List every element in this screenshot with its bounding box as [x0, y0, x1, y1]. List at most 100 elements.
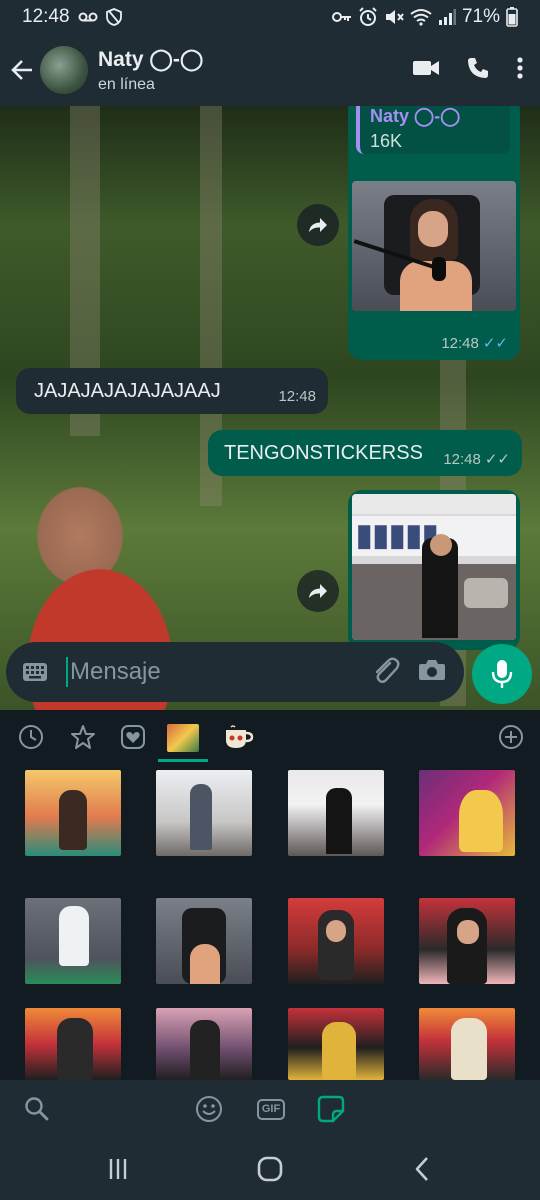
- contact-name: Naty ◯-◯: [98, 47, 204, 71]
- message-text: TENGONSTICKERSS: [224, 442, 423, 464]
- forward-icon: [309, 218, 327, 232]
- attach-icon[interactable]: [370, 655, 400, 690]
- quoted-message[interactable]: Naty ◯-◯ 16K: [356, 106, 510, 154]
- message-input-box[interactable]: Mensaje: [6, 642, 464, 702]
- avatar[interactable]: [40, 46, 88, 94]
- add-icon[interactable]: [494, 720, 528, 754]
- status-time: 12:48: [22, 6, 70, 27]
- sticker-figure: [59, 790, 87, 850]
- home-icon[interactable]: [250, 1154, 290, 1184]
- message-meta: 12:48 ✓✓: [443, 450, 510, 469]
- sticker-item[interactable]: [25, 1008, 121, 1080]
- sticker-figure: [322, 1022, 356, 1080]
- battery-icon: [506, 7, 518, 27]
- sticker-figure: [190, 784, 212, 850]
- sticker-pack-2[interactable]: [218, 720, 258, 754]
- recent-apps-icon[interactable]: [98, 1154, 138, 1184]
- forward-button[interactable]: [297, 570, 339, 612]
- more-icon[interactable]: [516, 56, 524, 85]
- delivered-ticks-icon: ✓✓: [484, 451, 510, 468]
- sticker-tabs: [0, 712, 540, 762]
- heart-pack-icon[interactable]: [116, 720, 150, 754]
- key-icon: [331, 10, 352, 24]
- forward-icon: [309, 584, 327, 598]
- emoji-toolbar: GIF: [0, 1080, 540, 1138]
- chat-header: Naty ◯-◯ en línea: [0, 34, 540, 106]
- message-time: 12:48: [441, 334, 479, 352]
- signal-icon: [438, 9, 456, 25]
- photo-scene: [352, 494, 516, 514]
- sticker-figure: [457, 920, 479, 944]
- alarm-icon: [358, 7, 378, 27]
- back-arrow-icon: [11, 60, 32, 80]
- recent-icon[interactable]: [14, 720, 48, 754]
- photo-face: [430, 534, 452, 556]
- keyboard-icon[interactable]: [22, 659, 48, 685]
- read-ticks-icon: ✓✓: [482, 335, 508, 352]
- message-bubble-incoming[interactable]: JAJAJAJAJAJAJAAJ 12:48: [16, 368, 328, 414]
- message-meta: 12:48 ✓✓: [441, 334, 508, 353]
- sticker-item[interactable]: [25, 898, 121, 984]
- sticker-item[interactable]: [156, 898, 252, 984]
- sticker-item[interactable]: [288, 770, 384, 856]
- emoji-icon[interactable]: [194, 1094, 224, 1124]
- shield-icon: [105, 8, 122, 26]
- sticker-item[interactable]: [419, 898, 515, 984]
- message-text: JAJAJAJAJAJAJAAJ: [34, 380, 221, 402]
- sticker-pack-1[interactable]: [158, 716, 208, 762]
- gif-button[interactable]: GIF: [254, 1094, 288, 1124]
- favorite-icon[interactable]: [66, 720, 100, 754]
- message-input[interactable]: Mensaje: [66, 657, 370, 687]
- message-photo[interactable]: [352, 181, 516, 311]
- message-bubble-outgoing[interactable]: TENGONSTICKERSS 12:48 ✓✓: [208, 430, 522, 476]
- search-icon[interactable]: [22, 1094, 52, 1124]
- camera-icon[interactable]: [418, 658, 446, 687]
- battery-percent: 71%: [461, 6, 500, 27]
- sticker-figure: [326, 788, 352, 854]
- sticker-item[interactable]: [288, 1008, 384, 1080]
- gif-label: GIF: [256, 1098, 286, 1120]
- contact-info[interactable]: Naty ◯-◯ en línea: [98, 47, 203, 94]
- voice-call-icon[interactable]: [466, 56, 490, 85]
- sticker-figure: [57, 1018, 93, 1080]
- voice-message-button[interactable]: [472, 644, 532, 704]
- sticker-icon[interactable]: [316, 1094, 346, 1124]
- sticker-figure: [190, 944, 220, 984]
- sticker-figure: [451, 1018, 487, 1080]
- photo-sofa: [464, 578, 508, 608]
- sticker-item[interactable]: [156, 770, 252, 856]
- system-nav-bar: [0, 1138, 540, 1200]
- sticker-item[interactable]: [288, 898, 384, 984]
- message-bubble-outgoing[interactable]: ▮▮▮▮▮: [348, 490, 520, 650]
- quoted-name: Naty ◯-◯: [370, 106, 461, 126]
- sticker-item[interactable]: [25, 770, 121, 856]
- sticker-figure: [59, 906, 89, 966]
- back-nav-icon[interactable]: [402, 1154, 442, 1184]
- voicemail-icon: [78, 11, 98, 23]
- sticker-figure: [190, 1020, 220, 1080]
- sticker-item[interactable]: [156, 1008, 252, 1080]
- photo-face: [418, 211, 448, 247]
- sticker-figure: [326, 920, 346, 942]
- forward-button[interactable]: [297, 204, 339, 246]
- sticker-pack-thumbnail: [167, 723, 199, 752]
- contact-status: en línea: [98, 75, 155, 93]
- photo-mic: [432, 257, 446, 281]
- wifi-icon: [410, 8, 432, 26]
- quoted-text: 16K: [370, 131, 403, 151]
- chat-background[interactable]: Naty ◯-◯ 16K 12:48 ✓✓ JAJAJAJAJAJAJAAJ 1…: [0, 106, 540, 710]
- sticker-item[interactable]: [419, 1008, 515, 1080]
- sticker-figure: [459, 790, 503, 852]
- video-call-icon[interactable]: [412, 58, 440, 83]
- message-bubble-outgoing[interactable]: Naty ◯-◯ 16K 12:48 ✓✓: [348, 106, 520, 360]
- mute-icon: [384, 8, 404, 26]
- sticker-panel: [0, 712, 540, 1080]
- back-button[interactable]: [4, 45, 40, 95]
- composer: Mensaje: [0, 642, 540, 708]
- message-time: 12:48: [278, 388, 316, 405]
- status-bar: 12:48 71%: [0, 0, 540, 34]
- sticker-item[interactable]: [419, 770, 515, 856]
- message-time: 12:48: [443, 450, 481, 468]
- mic-icon: [491, 660, 513, 688]
- message-photo[interactable]: ▮▮▮▮▮: [352, 494, 516, 640]
